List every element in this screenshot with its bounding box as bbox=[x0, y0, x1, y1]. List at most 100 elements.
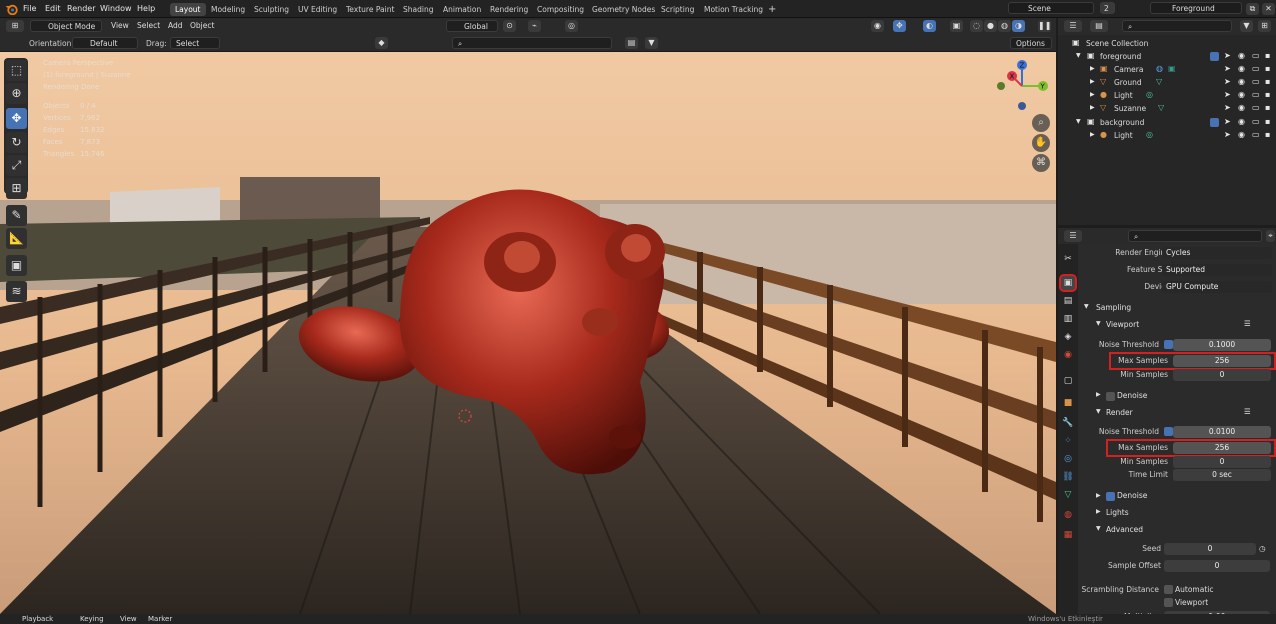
rendered-shading-icon[interactable]: ◑ bbox=[1012, 20, 1025, 32]
outliner-row[interactable]: ▶ ● Light ◎ ➤ ◉ ▭ ▪ bbox=[1058, 129, 1276, 142]
zoom-icon[interactable]: ⌕ bbox=[1032, 114, 1050, 132]
viewport-denoise-checkbox[interactable] bbox=[1106, 392, 1115, 401]
menu-window[interactable]: Window bbox=[100, 4, 132, 13]
eye-icon[interactable]: ◉ bbox=[1238, 52, 1246, 60]
menu-select[interactable]: Select bbox=[137, 21, 160, 30]
monitor-icon[interactable]: ▭ bbox=[1252, 65, 1260, 73]
render-camera-icon[interactable]: ▪ bbox=[1265, 91, 1273, 99]
menu-help[interactable]: Help bbox=[137, 4, 155, 13]
remove-layer-icon[interactable]: ✕ bbox=[1262, 3, 1275, 15]
world-tab-icon[interactable]: ◉ bbox=[1061, 348, 1075, 362]
render-denoise-label[interactable]: Denoise bbox=[1117, 491, 1147, 500]
tool-tab-icon[interactable]: ✂ bbox=[1061, 252, 1075, 266]
properties-search[interactable]: ⌕ bbox=[1128, 230, 1262, 242]
move-tool-icon[interactable]: ✥ bbox=[6, 108, 27, 129]
render-subpanel-header[interactable]: Render bbox=[1106, 408, 1133, 417]
select-arrow-icon[interactable]: ➤ bbox=[1224, 91, 1232, 99]
outliner-row[interactable]: ▶ ● Light ◎ ➤ ◉ ▭ ▪ bbox=[1058, 89, 1276, 102]
navigation-gizmo[interactable]: Z Y X bbox=[996, 58, 1056, 114]
gizmo-icon[interactable]: ✥ bbox=[893, 20, 906, 32]
render-camera-icon[interactable]: ▪ bbox=[1265, 52, 1273, 60]
select-arrow-icon[interactable]: ➤ bbox=[1224, 78, 1232, 86]
annotate-tool-icon[interactable]: ✎ bbox=[6, 205, 27, 226]
outliner-filter-icon[interactable]: ▼ bbox=[1240, 20, 1253, 32]
monitor-icon[interactable]: ▭ bbox=[1252, 118, 1260, 126]
select-arrow-icon[interactable]: ➤ bbox=[1224, 131, 1232, 139]
viewport-noise-checkbox[interactable] bbox=[1164, 340, 1173, 349]
monitor-icon[interactable]: ▭ bbox=[1252, 131, 1260, 139]
texture-tab-icon[interactable]: ▦ bbox=[1061, 528, 1075, 542]
sample-offset-field[interactable]: 0 bbox=[1164, 560, 1270, 572]
render-noise-checkbox[interactable] bbox=[1164, 427, 1173, 436]
render-tab-icon[interactable]: ▣ bbox=[1059, 274, 1077, 292]
tab-animation[interactable]: Animation bbox=[438, 3, 486, 16]
material-tab-icon[interactable]: ◍ bbox=[1061, 508, 1075, 522]
render-noise-threshold-field[interactable]: 0.0100 bbox=[1173, 426, 1271, 438]
eye-icon[interactable]: ◉ bbox=[1238, 118, 1246, 126]
select-arrow-icon[interactable]: ➤ bbox=[1224, 118, 1232, 126]
menu-file[interactable]: File bbox=[23, 4, 36, 13]
orientation-dropdown[interactable]: Default bbox=[72, 37, 138, 49]
data-tab-icon[interactable]: ▽ bbox=[1061, 488, 1075, 502]
menu-edit[interactable]: Edit bbox=[45, 4, 61, 13]
scene-selector[interactable]: Scene bbox=[1008, 2, 1094, 14]
render-camera-icon[interactable]: ▪ bbox=[1265, 118, 1273, 126]
overlay-icon[interactable]: ◐ bbox=[923, 20, 936, 32]
render-denoise-checkbox[interactable] bbox=[1106, 492, 1115, 501]
outliner-row[interactable]: ▼ ▣ background ➤ ◉ ▭ ▪ bbox=[1058, 116, 1276, 129]
add-workspace-button[interactable]: + bbox=[763, 3, 781, 16]
monitor-icon[interactable]: ▭ bbox=[1252, 52, 1260, 60]
view-layer-selector[interactable]: Foreground bbox=[1150, 2, 1242, 14]
scale-tool-icon[interactable]: ⤢ bbox=[6, 155, 27, 176]
mode-dropdown[interactable]: Object Mode bbox=[30, 20, 102, 32]
editor-type-icon[interactable]: ⊞ bbox=[6, 20, 24, 32]
tab-sculpting[interactable]: Sculpting bbox=[249, 3, 294, 16]
menu-object[interactable]: Object bbox=[190, 21, 214, 30]
device-dropdown[interactable]: GPU Compute bbox=[1162, 281, 1272, 293]
outliner-row-scene-collection[interactable]: ▣ Scene Collection bbox=[1058, 37, 1276, 50]
scene-tab-icon[interactable]: ◈ bbox=[1061, 330, 1075, 344]
particles-tab-icon[interactable]: ⁘ bbox=[1061, 434, 1075, 448]
render-presets-icon[interactable]: ☰ bbox=[1244, 407, 1251, 416]
feature-set-dropdown[interactable]: Supported bbox=[1162, 264, 1272, 276]
funnel-icon[interactable]: ▼ bbox=[645, 37, 658, 49]
visibility-icon[interactable]: ◉ bbox=[871, 20, 884, 32]
menu-view[interactable]: View bbox=[111, 21, 129, 30]
lights-subpanel-header[interactable]: Lights bbox=[1106, 508, 1129, 517]
drag-dropdown[interactable]: Select Box bbox=[170, 37, 220, 60]
copy-layer-icon[interactable]: ⧉ bbox=[1246, 3, 1259, 15]
cursor-icon[interactable]: ⊕ bbox=[6, 83, 27, 104]
object-tab-icon[interactable]: ■ bbox=[1061, 396, 1075, 410]
monitor-icon[interactable]: ▭ bbox=[1252, 91, 1260, 99]
solid-shading-icon[interactable]: ● bbox=[984, 20, 997, 32]
marker-menu[interactable]: Marker bbox=[148, 615, 172, 623]
outliner-row[interactable]: ▶ ▽ Suzanne ▽ ➤ ◉ ▭ ▪ bbox=[1058, 102, 1276, 115]
view-layer-count[interactable]: 2 bbox=[1100, 2, 1115, 14]
sampling-expand-icon[interactable]: ▼ bbox=[1084, 303, 1089, 310]
eye-icon[interactable]: ◉ bbox=[1238, 104, 1246, 112]
render-camera-icon[interactable]: ▪ bbox=[1265, 104, 1273, 112]
rotate-tool-icon[interactable]: ↻ bbox=[6, 132, 27, 153]
pivot-icon[interactable]: ⊙ bbox=[503, 20, 516, 32]
tab-shading[interactable]: Shading bbox=[398, 3, 438, 16]
tab-motion-tracking[interactable]: Motion Tracking bbox=[699, 3, 768, 16]
render-camera-icon[interactable]: ▪ bbox=[1265, 65, 1273, 73]
render-expand-icon[interactable]: ▼ bbox=[1096, 408, 1101, 415]
viewport-presets-icon[interactable]: ☰ bbox=[1244, 319, 1251, 328]
physics-tab-icon[interactable]: ◎ bbox=[1061, 452, 1075, 466]
collection-tab-icon[interactable]: ▢ bbox=[1061, 374, 1075, 388]
eye-icon[interactable]: ◉ bbox=[1238, 65, 1246, 73]
monitor-icon[interactable]: ▭ bbox=[1252, 78, 1260, 86]
viewport-subpanel-header[interactable]: Viewport bbox=[1106, 320, 1139, 329]
seed-field[interactable]: 0 bbox=[1164, 543, 1256, 555]
camera-view-icon[interactable]: ⌘ bbox=[1032, 154, 1050, 172]
add-cube-tool-icon[interactable]: ▣ bbox=[6, 255, 27, 276]
eye-icon[interactable]: ◉ bbox=[1238, 91, 1246, 99]
outliner-search[interactable]: ⌕ bbox=[1122, 20, 1232, 32]
eye-icon[interactable]: ◉ bbox=[1238, 131, 1246, 139]
3d-viewport[interactable]: Camera Perspective (1) foreground | Suza… bbox=[0, 52, 1056, 614]
view-layer-tab-icon[interactable]: ▥ bbox=[1061, 312, 1075, 326]
keying-menu[interactable]: Keying bbox=[80, 615, 104, 623]
tab-modeling[interactable]: Modeling bbox=[206, 3, 250, 16]
automatic-checkbox[interactable] bbox=[1164, 585, 1173, 594]
